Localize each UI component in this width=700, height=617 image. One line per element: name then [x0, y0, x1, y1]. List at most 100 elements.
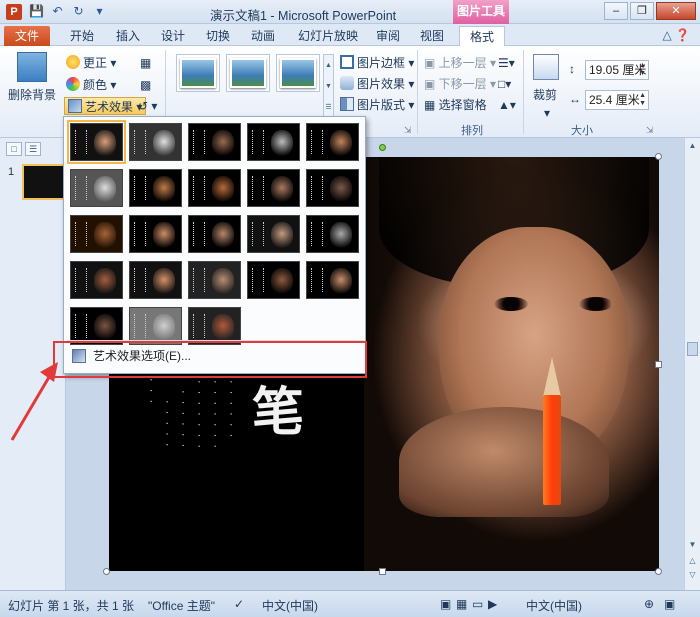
height-field[interactable]: 19.05 厘米 ▲ ▼	[585, 60, 649, 80]
artistic-effect-option[interactable]	[188, 123, 241, 161]
crop-icon[interactable]	[533, 54, 559, 80]
artistic-effect-option[interactable]	[306, 261, 359, 299]
reading-view-icon[interactable]: ▭	[472, 597, 483, 611]
artistic-effect-option[interactable]	[67, 120, 126, 164]
send-backward-label: 下移一层	[438, 77, 487, 91]
remove-background-icon	[17, 52, 47, 82]
artistic-effect-option[interactable]	[306, 169, 359, 207]
customize-qat-icon[interactable]: ▾	[91, 3, 108, 20]
artistic-effect-option[interactable]	[188, 169, 241, 207]
slide-sorter-icon[interactable]: ▦	[456, 597, 467, 611]
undo-icon[interactable]: ↶	[49, 3, 66, 20]
slideshow-icon[interactable]: ▶	[488, 597, 497, 611]
restore-icon[interactable]: ❐	[630, 2, 654, 20]
previous-slide-icon[interactable]: △	[687, 556, 698, 568]
artistic-effect-option[interactable]	[247, 123, 300, 161]
artistic-effect-option[interactable]	[247, 169, 300, 207]
resize-handle-bottom-right[interactable]	[655, 568, 662, 575]
resize-handle-bottom[interactable]	[379, 568, 386, 575]
picture-border-label: 图片边框	[357, 56, 406, 70]
tab-review[interactable]: 审阅	[368, 26, 408, 46]
send-backward-button[interactable]: ▣ 下移一层 ▾	[424, 75, 496, 93]
width-field[interactable]: 25.4 厘米 ▲ ▼	[585, 90, 649, 110]
artistic-effect-option[interactable]	[188, 261, 241, 299]
artistic-effect-option[interactable]	[129, 169, 182, 207]
next-slide-icon[interactable]: ▽	[687, 570, 698, 582]
reset-picture-icon[interactable]: ↺ ▾	[138, 97, 157, 115]
tab-animations[interactable]: 动画	[243, 26, 283, 46]
scroll-down-icon[interactable]: ▼	[687, 540, 698, 552]
crop-button[interactable]: 裁剪	[533, 86, 557, 104]
crop-dropdown-icon[interactable]: ▾	[544, 104, 550, 122]
align-icon[interactable]: ☰▾	[498, 54, 515, 72]
spellcheck-icon[interactable]: ✓	[234, 597, 244, 611]
fit-window-icon[interactable]: ▣	[664, 597, 675, 611]
normal-view-icon[interactable]: ▣	[440, 597, 451, 611]
picture-border-button[interactable]: 图片边框 ▾	[340, 54, 414, 72]
powerpoint-app-icon[interactable]: P	[6, 4, 22, 20]
close-icon[interactable]: ✕	[656, 2, 696, 20]
title-bar: P 💾 ↶ ↻ ▾ 演示文稿1 - Microsoft PowerPoint 图…	[0, 0, 700, 24]
save-icon[interactable]: 💾	[28, 3, 45, 20]
artistic-effects-label: 艺术效果	[85, 100, 134, 114]
artistic-effect-option[interactable]	[188, 215, 241, 253]
scroll-up-icon[interactable]: ▲	[687, 141, 698, 153]
width-spinner-icon[interactable]: ▲ ▼	[639, 92, 646, 108]
remove-background-button[interactable]: 删除背景	[8, 52, 56, 103]
picture-style-3[interactable]	[276, 54, 320, 92]
group-icon[interactable]: □▾	[498, 75, 511, 93]
scroll-thumb[interactable]	[687, 342, 698, 356]
remove-background-label: 删除背景	[8, 88, 57, 102]
vertical-scrollbar[interactable]: ▲ ▼ △ ▽	[684, 138, 700, 590]
artistic-effect-option[interactable]	[70, 261, 123, 299]
artistic-effect-option[interactable]	[70, 215, 123, 253]
tab-format[interactable]: 格式	[459, 26, 505, 47]
artistic-effect-option[interactable]	[247, 261, 300, 299]
picture-styles-launcher-icon[interactable]: ⇲	[404, 125, 412, 136]
rotation-handle[interactable]	[379, 144, 386, 151]
slide-count-status: 幻灯片 第 1 张，共 1 张	[8, 599, 135, 613]
change-picture-icon[interactable]: ▩	[140, 76, 151, 94]
slide-thumbnail[interactable]	[22, 164, 66, 200]
resize-handle-bottom-left[interactable]	[103, 568, 110, 575]
resize-handle-top-right[interactable]	[655, 153, 662, 160]
picture-effects-button[interactable]: 图片效果 ▾	[340, 75, 414, 93]
help-icon[interactable]: △ ❓	[662, 28, 690, 42]
tab-view[interactable]: 视图	[412, 26, 452, 46]
language-status-2[interactable]: 中文(中国)	[526, 597, 582, 614]
language-status[interactable]: 中文(中国)	[262, 597, 318, 614]
artistic-effect-option[interactable]	[306, 123, 359, 161]
artistic-effect-option[interactable]	[129, 123, 182, 161]
theme-status[interactable]: "Office 主题"	[148, 597, 215, 614]
rotate-icon[interactable]: ▲▾	[498, 96, 516, 114]
selection-pane-button[interactable]: ▦ 选择窗格	[424, 96, 487, 114]
zoom-in-icon[interactable]: ⊕	[644, 597, 654, 611]
color-button[interactable]: 颜色 ▾	[66, 76, 116, 94]
artistic-effects-button[interactable]: 艺术效果 ▾	[64, 97, 147, 115]
tab-design[interactable]: 设计	[153, 26, 193, 46]
tab-transitions[interactable]: 切换	[198, 26, 238, 46]
artistic-effect-option[interactable]	[70, 169, 123, 207]
tab-home[interactable]: 开始	[62, 26, 102, 46]
bring-forward-button[interactable]: ▣ 上移一层 ▾	[424, 54, 496, 72]
styles-gallery-scroll[interactable]: ▲ ▼ ☰	[323, 54, 334, 120]
redo-icon[interactable]: ↻	[70, 3, 87, 20]
artistic-effect-option[interactable]	[306, 215, 359, 253]
resize-handle-right[interactable]	[655, 361, 662, 368]
slides-tab-icon[interactable]: □	[6, 142, 22, 156]
tab-file[interactable]: 文件	[4, 26, 50, 46]
height-spinner-icon[interactable]: ▲ ▼	[639, 62, 646, 78]
picture-layout-button[interactable]: 图片版式 ▾	[340, 96, 414, 114]
artistic-effect-option[interactable]	[129, 215, 182, 253]
artistic-effect-option[interactable]	[129, 261, 182, 299]
corrections-button[interactable]: 更正 ▾	[66, 54, 116, 72]
compress-pictures-icon[interactable]: ▦	[140, 54, 151, 72]
minimize-icon[interactable]: –	[604, 2, 628, 20]
picture-style-1[interactable]	[176, 54, 220, 92]
outline-tab-icon[interactable]: ☰	[25, 142, 41, 156]
tab-slideshow[interactable]: 幻灯片放映	[292, 26, 364, 46]
tab-insert[interactable]: 插入	[108, 26, 148, 46]
picture-style-2[interactable]	[226, 54, 270, 92]
size-launcher-icon[interactable]: ⇲	[646, 125, 654, 136]
artistic-effect-option[interactable]	[247, 215, 300, 253]
